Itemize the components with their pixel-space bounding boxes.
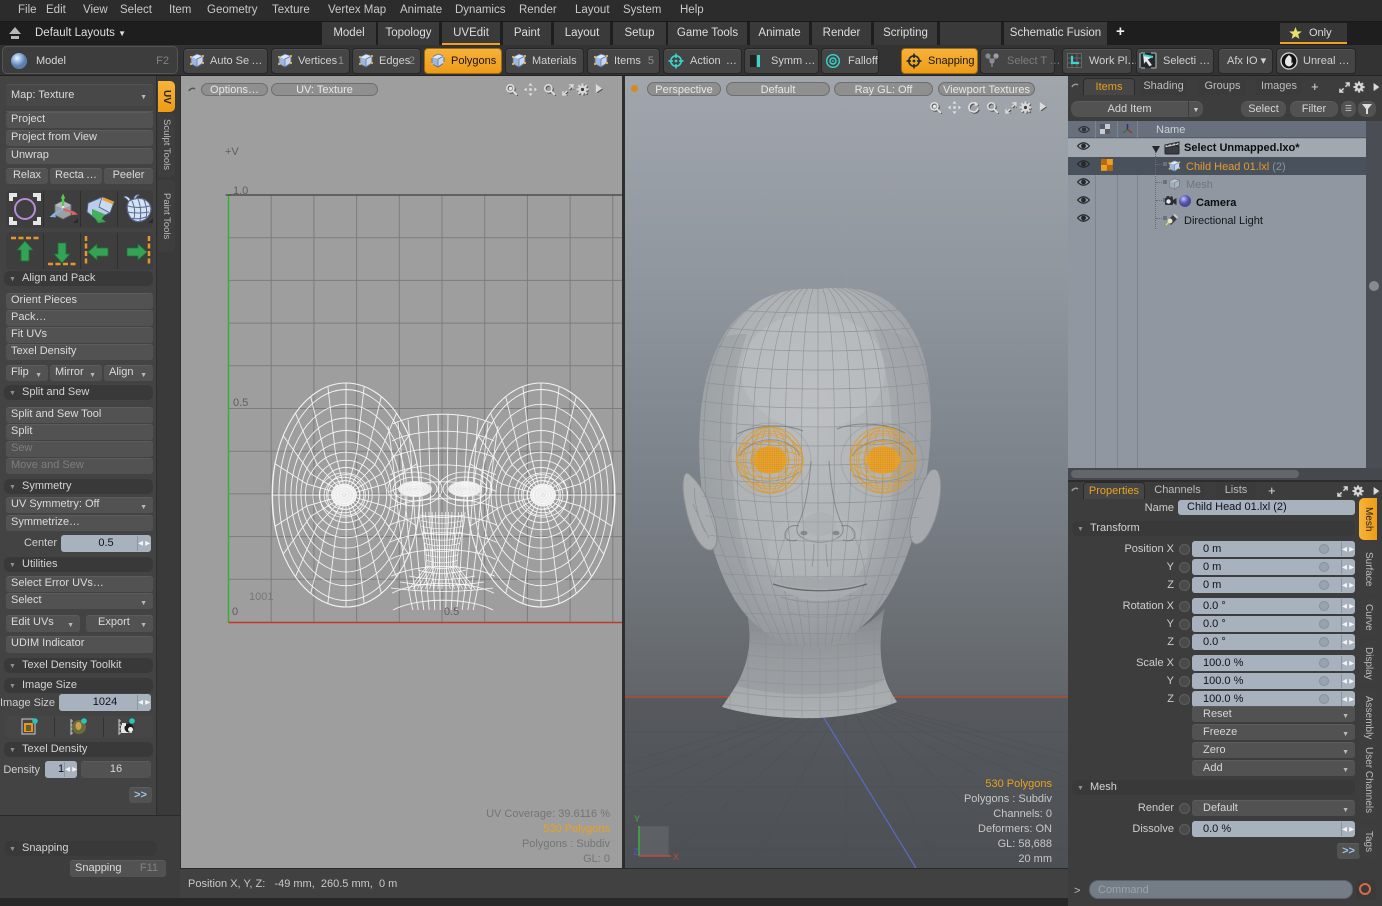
svg-text:Z: Z bbox=[633, 847, 639, 857]
svg-text:Y: Y bbox=[634, 814, 640, 824]
svg-text:X: X bbox=[673, 852, 679, 862]
